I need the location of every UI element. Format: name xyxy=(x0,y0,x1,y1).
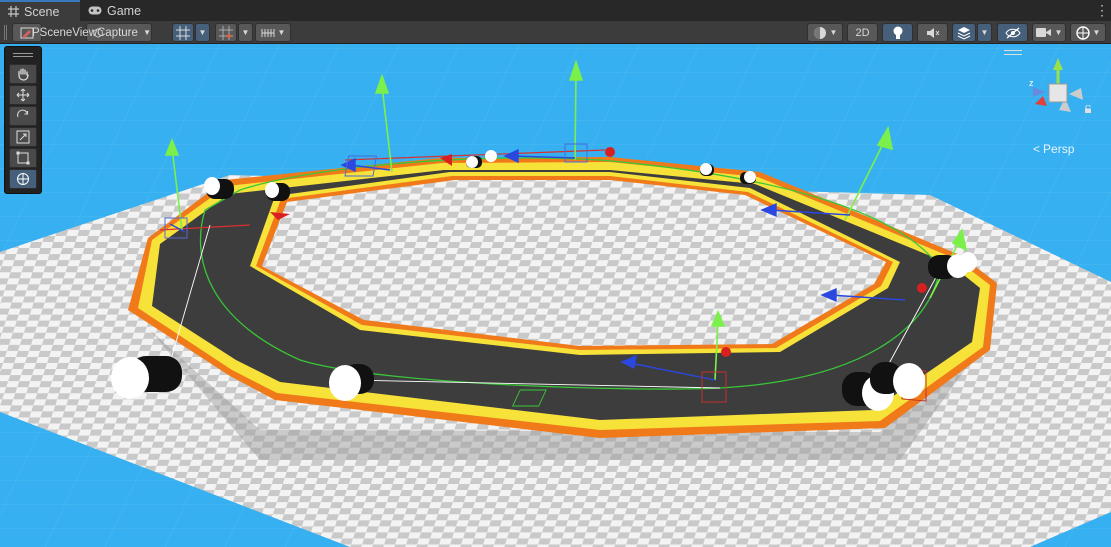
tab-scene[interactable]: Scene xyxy=(0,0,80,21)
move-tool-button[interactable] xyxy=(9,85,37,105)
camera-settings-dropdown[interactable]: ▼ xyxy=(1032,23,1066,42)
more-options-icon[interactable]: ⋮ xyxy=(1095,3,1109,17)
ruler-dropdown[interactable]: ▼ xyxy=(255,23,291,42)
lock-icon[interactable] xyxy=(1084,105,1092,113)
gamepad-icon xyxy=(88,5,102,16)
effects-toggle[interactable] xyxy=(952,23,976,42)
rotate-tool-button[interactable] xyxy=(9,106,37,126)
scale-tool-button[interactable] xyxy=(9,127,37,147)
increment-snap-dropdown[interactable]: ▼ xyxy=(238,23,253,42)
globe-icon xyxy=(1075,25,1090,40)
layers-icon xyxy=(957,26,971,40)
grid-snap-dropdown[interactable]: ▼ xyxy=(195,23,210,42)
rotate-icon xyxy=(17,109,28,118)
speaker-muted-icon xyxy=(926,27,939,38)
transform-icon xyxy=(17,173,29,185)
hand-tool-button[interactable] xyxy=(9,64,37,84)
window-tab-bar: Scene Game ⋮ xyxy=(0,0,1111,21)
eye-hidden-icon xyxy=(1004,26,1021,39)
render-settings-dropdown[interactable]: ▼ xyxy=(807,23,843,42)
lighting-toggle[interactable] xyxy=(882,23,913,42)
scene-viewport[interactable]: z xyxy=(0,44,1111,547)
audio-toggle[interactable] xyxy=(917,23,948,42)
rect-transform-icon xyxy=(16,151,30,165)
grid-snap-icon xyxy=(176,25,190,40)
tab-scene-label: Scene xyxy=(24,4,60,19)
ruler-icon xyxy=(261,28,275,37)
projection-toggle[interactable]: < Persp xyxy=(1033,142,1074,156)
rect-tool-button[interactable] xyxy=(9,148,37,168)
projection-label: Persp xyxy=(1043,142,1075,156)
increment-snap-toggle[interactable] xyxy=(215,23,237,42)
grid-icon xyxy=(8,6,19,17)
tools-overlay xyxy=(4,46,42,194)
gizmos-dropdown[interactable]: ▼ xyxy=(1070,23,1106,42)
palette-grip-icon[interactable] xyxy=(9,49,37,61)
scene-toolbar: ▼ PSceneViewCapture ▼ ▼ ▼ ▼ 2D ▼ ▼ ▼ xyxy=(0,21,1111,44)
camera-icon xyxy=(1035,28,1051,37)
overlay-capture-label[interactable]: PSceneViewCapture xyxy=(32,23,138,42)
hand-icon xyxy=(18,68,29,81)
snap-icon xyxy=(219,25,233,40)
svg-text:z: z xyxy=(1029,78,1034,88)
move-icon xyxy=(16,88,30,102)
overlay-menu-icon[interactable] xyxy=(1004,50,1022,56)
scale-icon xyxy=(16,130,30,144)
chevron-left-icon: < xyxy=(1033,142,1041,156)
sphere-icon xyxy=(813,26,826,39)
scene-visibility-toggle[interactable] xyxy=(997,23,1028,42)
orientation-gizmo[interactable]: z xyxy=(1025,54,1095,124)
transform-tool-button[interactable] xyxy=(9,169,37,189)
tab-game-label: Game xyxy=(107,3,142,18)
toolbar-grip-icon xyxy=(4,25,7,40)
lightbulb-icon xyxy=(893,26,902,39)
effects-dropdown[interactable]: ▼ xyxy=(977,23,992,42)
tab-game[interactable]: Game xyxy=(80,0,152,21)
scene-render[interactable] xyxy=(0,44,1111,547)
grid-snap-toggle[interactable] xyxy=(172,23,194,42)
2d-toggle-button[interactable]: 2D xyxy=(847,23,878,42)
